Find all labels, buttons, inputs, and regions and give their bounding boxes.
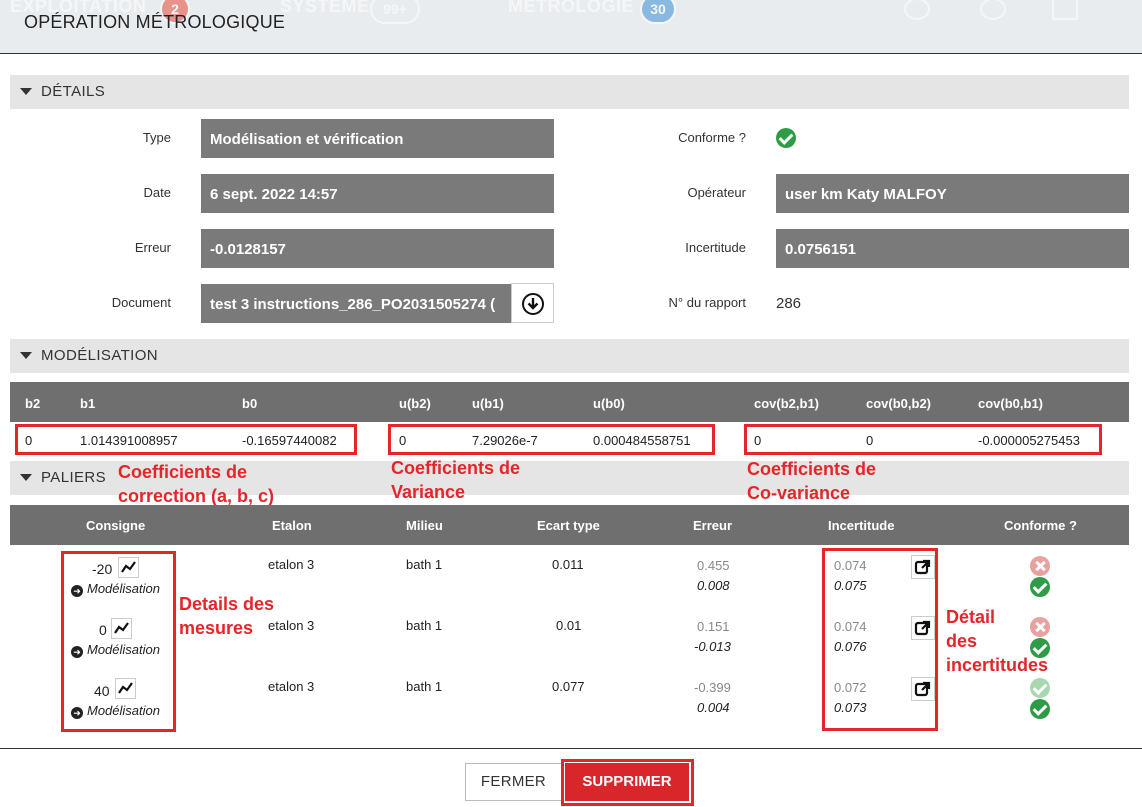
date-field: 6 sept. 2022 14:57	[201, 174, 554, 213]
document-field: test 3 instructions_286_PO2031505274 (	[201, 284, 511, 323]
document-label: Document	[111, 295, 171, 310]
paliers-section-title: PALIERS	[41, 469, 107, 486]
operateur-label: Opérateur	[687, 185, 746, 200]
download-icon	[522, 293, 544, 315]
bg-clock-icon	[904, 0, 930, 20]
incertitude-label: Incertitude	[685, 240, 746, 255]
col-header: cov(b2,b1)	[754, 396, 820, 411]
ecart-value: 0.01	[556, 618, 582, 633]
bg-mail-icon	[1052, 0, 1078, 20]
caret-down-icon	[20, 88, 32, 95]
ecart-value: 0.077	[552, 679, 585, 694]
erreur-corrected-value: -0.013	[694, 639, 731, 654]
annotation-coef-covariance: Coefficients de Co-variance	[747, 459, 877, 503]
highlight-details-mesures	[61, 551, 176, 732]
milieu-value: bath 1	[406, 618, 443, 633]
highlight-covariance	[744, 424, 1102, 455]
incertitude-field: 0.0756151	[776, 229, 1129, 268]
rapport-value: 286	[776, 295, 802, 312]
milieu-value: bath 1	[406, 679, 443, 694]
caret-down-icon	[20, 474, 32, 481]
conforme-check-icon	[1030, 699, 1050, 719]
etalon-value: etalon 3	[268, 557, 315, 572]
col-header: u(b1)	[472, 396, 504, 411]
annotation-coef-correction: Coefficients de correction (a, b, c)	[118, 462, 275, 506]
modal-title: OPÉRATION MÉTROLOGIQUE	[24, 12, 286, 32]
erreur-corrected-value: 0.008	[697, 578, 730, 593]
col-header: b1	[80, 396, 96, 411]
col-header: u(b0)	[593, 396, 625, 411]
col-header-ecart: Ecart type	[537, 518, 600, 533]
download-button[interactable]	[511, 283, 554, 323]
col-header: cov(b0,b2)	[866, 396, 932, 411]
erreur-value: 0.151	[697, 619, 730, 634]
col-header-milieu: Milieu	[406, 518, 443, 533]
col-header: cov(b0,b1)	[978, 396, 1044, 411]
modelisation-header-row: b2 b1 b0 u(b2) u(b1) u(b0) cov(b2,b1) co…	[10, 382, 1129, 422]
col-header-conforme: Conforme ?	[1004, 518, 1077, 533]
conforme-light-icon	[1030, 678, 1050, 698]
footer-divider	[0, 748, 1142, 749]
erreur-value: -0.399	[694, 680, 731, 695]
details-section-title: DÉTAILS	[41, 83, 106, 100]
etalon-value: etalon 3	[268, 679, 315, 694]
milieu-value: bath 1	[406, 557, 443, 572]
ecart-value: 0.011	[552, 557, 584, 572]
close-button[interactable]: FERMER	[465, 763, 562, 801]
etalon-value: etalon 3	[268, 618, 315, 633]
date-label: Date	[143, 185, 171, 200]
bg-nav-metrologie: MÉTROLOGIE	[508, 0, 634, 16]
bg-badge-metrologie: 30	[640, 0, 676, 24]
erreur-value: 0.455	[697, 558, 730, 573]
type-label: Type	[142, 130, 171, 145]
conforme-label: Conforme ?	[678, 130, 746, 145]
conforme-check-icon	[1030, 577, 1050, 597]
rapport-label: N° du rapport	[668, 295, 746, 310]
erreur-field: -0.0128157	[201, 229, 554, 268]
details-section-header[interactable]: DÉTAILS	[10, 75, 1129, 109]
paliers-header-row: Consigne Etalon Milieu Ecart type Erreur…	[10, 505, 1129, 545]
caret-down-icon	[20, 352, 32, 359]
highlight-variance	[388, 424, 715, 455]
conforme-check-icon	[776, 128, 796, 148]
delete-button[interactable]: SUPPRIMER	[565, 763, 689, 801]
col-header-erreur: Erreur	[693, 518, 733, 533]
type-field: Modélisation et vérification	[201, 119, 554, 158]
modelisation-section-header[interactable]: MODÉLISATION	[10, 339, 1129, 373]
operateur-field: user km Katy MALFOY	[776, 174, 1129, 213]
highlight-detail-incertitudes	[822, 548, 938, 731]
annotation-coef-variance: Coefficients de Variance	[391, 458, 521, 502]
nonconforme-icon	[1030, 556, 1050, 576]
col-header-consigne: Consigne	[86, 518, 146, 533]
highlight-correction	[15, 424, 357, 455]
annotation-detail-incertitudes: Détail des incertitudes	[946, 607, 1049, 675]
bg-nav-systeme: SYSTÈME	[280, 0, 370, 16]
modal-header: EXPLOITATION 2 SYSTÈME 99+ MÉTROLOGIE 30…	[0, 0, 1142, 54]
col-header: b2	[25, 396, 41, 411]
bg-badge-systeme: 99+	[370, 0, 420, 24]
annotation-details-mesures: Details des mesures	[179, 594, 275, 638]
col-header-incertitude: Incertitude	[828, 518, 895, 533]
erreur-label: Erreur	[134, 240, 171, 255]
col-header: b0	[242, 396, 258, 411]
erreur-corrected-value: 0.004	[697, 700, 730, 715]
bg-user-icon	[980, 0, 1006, 20]
col-header: u(b2)	[399, 396, 431, 411]
col-header-etalon: Etalon	[272, 518, 312, 533]
modelisation-section-title: MODÉLISATION	[41, 347, 159, 364]
